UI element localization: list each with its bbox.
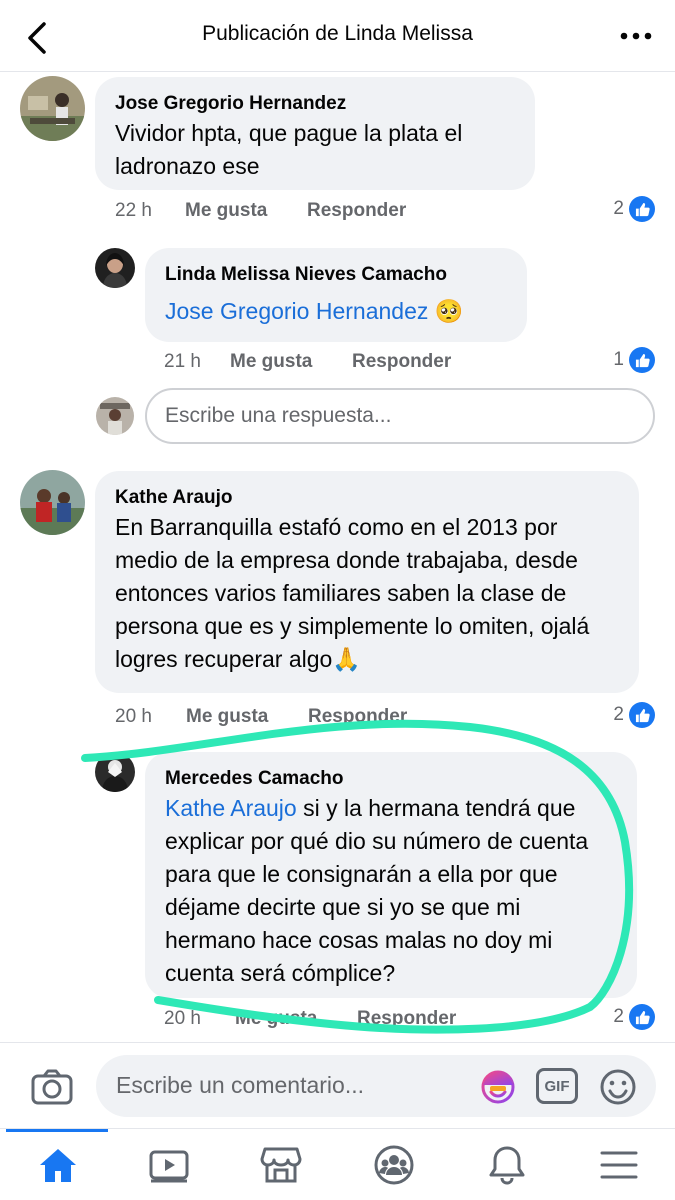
camera-icon[interactable] [30,1067,74,1107]
tab-menu[interactable] [563,1129,675,1200]
home-icon [40,1149,76,1182]
menu-icon [600,1151,638,1179]
gif-button[interactable]: GIF [536,1068,578,1104]
avatar-sticker-icon[interactable] [478,1067,518,1107]
more-options-icon[interactable] [619,22,653,50]
bottom-tab-bar [0,1128,675,1200]
highlight-annotation [81,719,633,1034]
comment-input[interactable]: Escribe un comentario... GIF [96,1055,656,1117]
gif-label: GIF [544,1077,570,1095]
tab-home[interactable] [2,1129,114,1200]
page-title: Publicación de Linda Melissa [202,22,473,45]
tab-watch[interactable] [113,1129,225,1200]
emoji-icon[interactable] [598,1067,638,1107]
top-bar: Publicación de Linda Melissa [0,0,675,72]
bell-icon [489,1146,525,1185]
comment-composer: Escribe un comentario... GIF [0,1042,675,1128]
comment-placeholder: Escribe un comentario... [116,1072,365,1098]
marketplace-icon [260,1147,302,1183]
tab-groups[interactable] [338,1129,450,1200]
tab-notifications[interactable] [451,1129,563,1200]
groups-icon [374,1145,414,1185]
comments-feed[interactable]: Jose Gregorio Hernandez Vividor hpta, qu… [0,72,675,1042]
video-icon [149,1150,189,1183]
tab-marketplace[interactable] [225,1129,337,1200]
